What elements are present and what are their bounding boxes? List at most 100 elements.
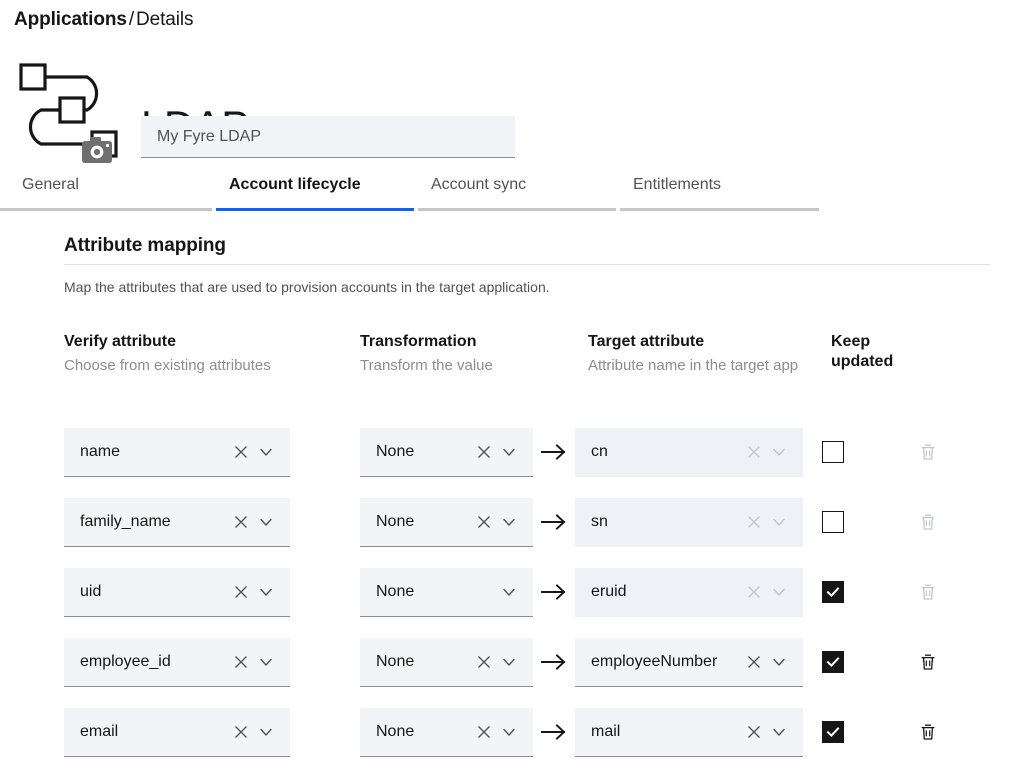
arrow-right-icon [533,442,575,462]
transformation-select-4-icons [474,722,533,742]
trash-icon[interactable] [916,720,940,744]
attribute-mapping-rows: name None cn family_name None sn uid None eruid e… [64,417,1004,767]
verify-attribute-select-3[interactable]: employee_id [64,637,290,687]
transformation-select-3-icons [474,652,533,672]
keep-updated-cell [803,651,898,673]
arrow-right-icon [533,722,575,742]
transformation-select-1[interactable]: None [360,497,533,547]
close-icon[interactable] [474,722,494,742]
keep-updated-checkbox-4[interactable] [822,721,844,743]
breadcrumb-parent[interactable]: Applications [14,9,127,30]
close-icon[interactable] [231,442,251,462]
transformation-select-2-icons [474,582,533,602]
table-row: employee_id None employeeNumber [64,627,1004,697]
close-icon [744,512,764,532]
keep-updated-cell [803,581,898,603]
target-attribute-select-2-value: eruid [591,582,627,600]
close-icon [744,442,764,462]
chevron-down-icon [769,582,789,602]
target-attribute-select-3[interactable]: employeeNumber [575,637,803,687]
column-header-keep-updated: Keep updated [831,332,911,372]
transformation-select-4[interactable]: None [360,707,533,757]
close-icon[interactable] [474,442,494,462]
column-header-verify-attribute: Verify attribute Choose from existing at… [64,332,360,375]
application-workflow-icon [14,57,124,167]
delete-cell [898,650,958,674]
chevron-down-icon[interactable] [256,582,276,602]
target-attribute-select-0: cn [575,427,803,477]
chevron-down-icon[interactable] [499,582,519,602]
transformation-select-3[interactable]: None [360,637,533,687]
verify-attribute-select-2-icons [231,582,290,602]
keep-updated-checkbox-2[interactable] [822,581,844,603]
verify-attribute-select-4-value: email [80,722,119,740]
keep-updated-cell [803,511,898,533]
trash-icon [916,510,940,534]
breadcrumb-current: Details [136,9,194,30]
transformation-select-1-value: None [376,512,415,530]
keep-updated-checkbox-0[interactable] [822,441,844,463]
transformation-select-0[interactable]: None [360,427,533,477]
tab-bar: General Account lifecycle Account sync E… [0,173,1012,217]
close-icon[interactable] [231,512,251,532]
verify-attribute-select-0-value: name [80,442,121,460]
close-icon[interactable] [231,652,251,672]
verify-attribute-select-1-value: family_name [80,512,171,530]
keep-updated-checkbox-1[interactable] [822,511,844,533]
close-icon[interactable] [231,582,251,602]
verify-attribute-select-2[interactable]: uid [64,567,290,617]
target-attribute-select-2-icons [744,582,803,602]
chevron-down-icon[interactable] [499,512,519,532]
target-attribute-select-3-icons [744,652,803,672]
chevron-down-icon[interactable] [769,722,789,742]
tab-entitlements[interactable]: Entitlements [620,173,823,217]
target-attribute-select-1: sn [575,497,803,547]
tab-general[interactable]: General [0,173,216,217]
target-attribute-select-0-value: cn [591,442,608,460]
trash-icon[interactable] [916,650,940,674]
close-icon[interactable] [744,722,764,742]
chevron-down-icon [769,442,789,462]
target-attribute-select-0-icons [744,442,803,462]
column-title-keep-updated: Keep updated [831,333,894,370]
tab-account-lifecycle[interactable]: Account lifecycle [216,173,418,217]
close-icon[interactable] [231,722,251,742]
target-attribute-select-4[interactable]: mail [575,707,803,757]
chevron-down-icon[interactable] [769,652,789,672]
table-row: family_name None sn [64,487,1004,557]
arrow-right-icon [533,652,575,672]
verify-attribute-select-1[interactable]: family_name [64,497,290,547]
transformation-select-0-value: None [376,442,415,460]
close-icon[interactable] [474,652,494,672]
chevron-down-icon[interactable] [499,722,519,742]
transformation-select-1-icons [474,512,533,532]
column-subtitle-target: Attribute name in the target app [588,357,799,374]
close-icon[interactable] [744,652,764,672]
keep-updated-checkbox-3[interactable] [822,651,844,673]
chevron-down-icon[interactable] [256,442,276,462]
chevron-down-icon[interactable] [499,442,519,462]
attribute-mapping-section: Attribute mapping Map the attributes tha… [64,235,994,295]
keep-updated-cell [803,441,898,463]
verify-attribute-select-4[interactable]: email [64,707,290,757]
chevron-down-icon[interactable] [256,652,276,672]
application-name-input[interactable] [141,116,515,158]
delete-cell [898,510,958,534]
target-attribute-select-3-value: employeeNumber [591,652,718,670]
chevron-down-icon[interactable] [499,652,519,672]
breadcrumb-separator: / [128,9,134,30]
target-attribute-select-1-icons [744,512,803,532]
verify-attribute-select-0[interactable]: name [64,427,290,477]
chevron-down-icon[interactable] [256,722,276,742]
column-title-transformation: Transformation [360,333,477,350]
transformation-select-2[interactable]: None [360,567,533,617]
column-title-verify: Verify attribute [64,333,177,350]
section-description: Map the attributes that are used to prov… [64,279,550,295]
arrow-right-icon [533,582,575,602]
close-icon[interactable] [474,512,494,532]
chevron-down-icon [769,512,789,532]
target-attribute-select-1-value: sn [591,512,608,530]
tab-account-sync[interactable]: Account sync [418,173,620,217]
transformation-select-2-value: None [376,582,415,600]
chevron-down-icon[interactable] [256,512,276,532]
